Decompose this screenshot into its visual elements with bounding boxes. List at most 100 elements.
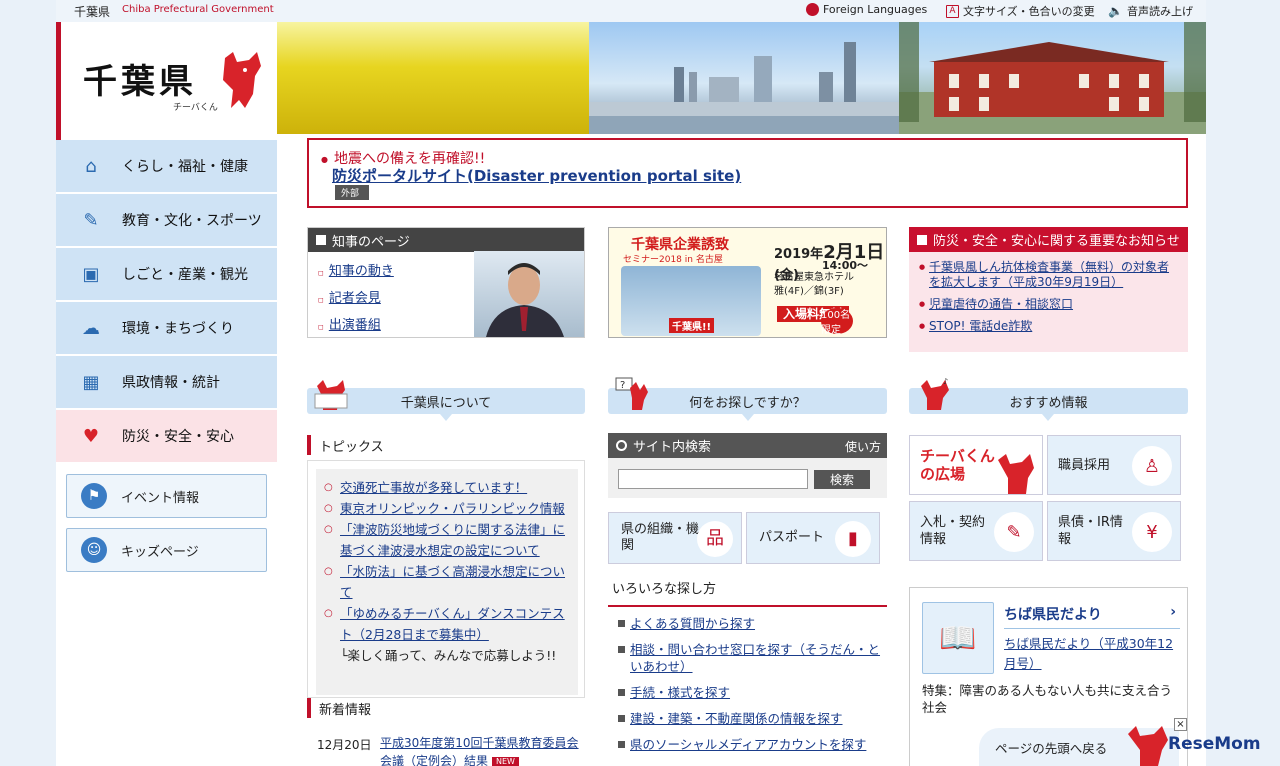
- watermark-logo: ReseMom: [1168, 734, 1261, 754]
- flag-icon: ⚑: [81, 483, 107, 509]
- font-size-link[interactable]: A 文字サイズ・色合いの変更: [946, 3, 1095, 19]
- logo-subtitle: チーバくん: [173, 103, 218, 113]
- banner-rapeseed-field: [277, 22, 589, 134]
- sidebar-item-environment[interactable]: ☁ 環境・まちづくり: [56, 302, 277, 356]
- search-input[interactable]: [618, 469, 808, 489]
- chiba-kun-question-icon: ?: [615, 377, 648, 410]
- list-item[interactable]: STOP! 電話de詐欺: [919, 319, 1180, 334]
- governor-panel: 知事のページ 知事の動き 記者会見 出演番組: [307, 227, 585, 338]
- search-button[interactable]: 検索: [814, 470, 870, 489]
- kid-face-icon: ☺: [81, 537, 107, 563]
- list-item[interactable]: 相談・問い合わせ窓口を探す（そうだん・といあわせ）: [608, 641, 887, 675]
- chiba-kun-icon: [998, 454, 1034, 494]
- heart-icon: ♥: [82, 425, 100, 447]
- globe-icon: [806, 3, 819, 16]
- about-arrow: [440, 414, 452, 421]
- site-search: サイト内検索 使い方 検索: [608, 433, 887, 498]
- news-list: 12月20日 平成30年度第10回千葉県教育委員会会議（定例会）結果 NEW: [307, 728, 585, 766]
- speech-link[interactable]: 🔈 音声読み上げ: [1108, 3, 1193, 19]
- sidebar-item-safety[interactable]: ♥ 防災・安全・安心: [56, 410, 277, 464]
- banner-city-skyline: [589, 22, 899, 134]
- sidebar-item-government[interactable]: ▦ 県政情報・統計: [56, 356, 277, 410]
- foreign-languages-link[interactable]: Foreign Languages: [806, 3, 927, 16]
- search-methods: いろいろな探し方 よくある質問から探す 相談・問い合わせ窓口を探す（そうだん・と…: [608, 572, 887, 762]
- sidebar-item-work[interactable]: ▣ しごと・産業・観光: [56, 248, 277, 302]
- weather-icon: ☁: [82, 317, 100, 339]
- disaster-alert: 地震への備えを再確認!! 防災ポータルサイト(Disaster preventi…: [307, 138, 1188, 208]
- banner-red-brick-building: [899, 22, 1206, 134]
- governor-heading[interactable]: 知事のページ: [308, 228, 584, 252]
- list-item[interactable]: 「津波防災地域づくりに関する法律」に基づく津波浸水想定の設定について: [324, 519, 572, 561]
- sidebar-item-living[interactable]: ⌂ くらし・福祉・健康: [56, 140, 277, 194]
- chiba-kun-icon: [314, 380, 348, 410]
- external-badge: 外部: [335, 185, 370, 200]
- search-heading: サイト内検索: [633, 440, 712, 455]
- topics-heading: トピックス: [307, 435, 384, 455]
- topic-note: └楽しく踊って、みんなで応募しよう!!: [340, 648, 557, 663]
- logo-title: 千葉県: [83, 62, 197, 102]
- org-chart-icon: 品: [697, 521, 733, 557]
- list-item[interactable]: 交通死亡事故が多発しています！: [324, 477, 572, 498]
- kids-page-button[interactable]: ☺ キッズページ: [66, 528, 267, 572]
- list-item[interactable]: 児童虐待の通告・相談窓口: [919, 297, 1180, 312]
- organization-tile[interactable]: 県の組織・機関 品: [608, 512, 742, 564]
- bidding-tile[interactable]: 入札・契約情報 ✎: [909, 501, 1043, 561]
- investment-seminar-banner[interactable]: 千葉県企業誘致 セミナー2018 in 名古屋 2019年2月1日(金) 14:…: [608, 227, 887, 338]
- list-item[interactable]: 「ゆめみるチーバくん」ダンスコンテスト（2月28日まで募集中）└楽しく踊って、み…: [324, 603, 572, 666]
- search-help-link[interactable]: 使い方: [845, 438, 881, 455]
- recommended-arrow: [1042, 414, 1054, 421]
- site-name-en[interactable]: Chiba Prefectural Government: [122, 4, 274, 15]
- house-icon: ⌂: [85, 155, 97, 177]
- search-methods-heading: いろいろな探し方: [608, 572, 887, 607]
- sidebar-item-education[interactable]: ✎ 教育・文化・スポーツ: [56, 194, 277, 248]
- list-item[interactable]: 「水防法」に基づく高潮浸水想定について: [324, 561, 572, 603]
- recommended-heading: ♪ おすすめ情報: [909, 377, 1188, 414]
- important-notices: 防災・安全・安心に関する重要なお知らせ 千葉県風しん抗体検査事業（無料）の対象者…: [909, 227, 1188, 352]
- list-item[interactable]: 県のソーシャルメディアアカウントを探す: [608, 736, 887, 753]
- news-item[interactable]: 平成30年度第10回千葉県教育委員会会議（定例会）結果 NEW: [380, 734, 580, 766]
- passport-tile[interactable]: パスポート ▮: [746, 512, 880, 564]
- building-icon: ▦: [82, 371, 100, 393]
- site-name[interactable]: 千葉県: [74, 3, 110, 20]
- document-pen-icon: ✎: [994, 512, 1034, 552]
- search-icon: [616, 440, 627, 451]
- passport-icon: ▮: [835, 521, 871, 557]
- staff-recruitment-tile[interactable]: 職員採用 ♙: [1047, 435, 1181, 495]
- site-logo[interactable]: 千葉県 チーバくん: [56, 22, 277, 140]
- list-item[interactable]: よくある質問から探す: [608, 615, 887, 632]
- person-tie-icon: ♙: [1132, 446, 1172, 486]
- disaster-portal-link[interactable]: 防災ポータルサイト(Disaster prevention portal sit…: [332, 165, 741, 186]
- bonds-ir-tile[interactable]: 県債・IR情報 ¥: [1047, 501, 1181, 561]
- chevron-right-icon: ›: [1170, 604, 1176, 620]
- topics-panel: 交通死亡事故が多発しています！ 東京オリンピック・パラリンピック情報 「津波防災…: [307, 460, 585, 698]
- list-item[interactable]: 手続・様式を探す: [608, 684, 887, 701]
- kenmin-dayori-link[interactable]: ちば県民だより（平成30年12月号）: [1004, 634, 1180, 674]
- list-item[interactable]: 東京オリンピック・パラリンピック情報: [324, 498, 572, 519]
- pen-icon: ✎: [83, 209, 99, 231]
- news-date: 12月20日: [317, 738, 372, 752]
- about-chiba-heading[interactable]: 千葉県について: [307, 380, 585, 414]
- new-badge: NEW: [492, 756, 519, 766]
- close-icon[interactable]: ×: [1174, 718, 1187, 731]
- sidebar: ⌂ くらし・福祉・健康 ✎ 教育・文化・スポーツ ▣ しごと・産業・観光 ☁ 環…: [56, 140, 277, 464]
- feature-text: 特集：障害のある人もない人も共に支え合う社会: [922, 683, 1173, 715]
- search-help-arrow: [742, 414, 754, 421]
- governor-portrait: [486, 263, 564, 337]
- briefcase-icon: ▣: [82, 263, 100, 285]
- governor-photo[interactable]: [474, 251, 584, 337]
- building-illustration: [899, 22, 1206, 134]
- kenmin-dayori-title[interactable]: ちば県民だより ›: [1004, 604, 1180, 629]
- notices-heading: 防災・安全・安心に関する重要なお知らせ: [909, 227, 1188, 252]
- events-button[interactable]: ⚑ イベント情報: [66, 474, 267, 518]
- open-book-icon: 📖: [922, 602, 994, 674]
- news-heading: 新着情報: [307, 698, 371, 718]
- svg-text:?: ?: [620, 380, 625, 391]
- speaker-icon: 🔈: [1108, 4, 1123, 18]
- hero-banner: [277, 22, 1206, 134]
- list-item[interactable]: 千葉県風しん抗体検査事業（無料）の対象者を拡大します（平成30年9月19日）: [919, 260, 1180, 290]
- chiba-kun-music-icon: ♪: [921, 377, 949, 410]
- chiba-kun-plaza-tile[interactable]: チーバくんの広場: [909, 435, 1043, 495]
- chart-yen-icon: ¥: [1132, 512, 1172, 552]
- chiba-kun-mascot-icon: [223, 52, 261, 108]
- list-item[interactable]: 建設・建築・不動産関係の情報を探す: [608, 710, 887, 727]
